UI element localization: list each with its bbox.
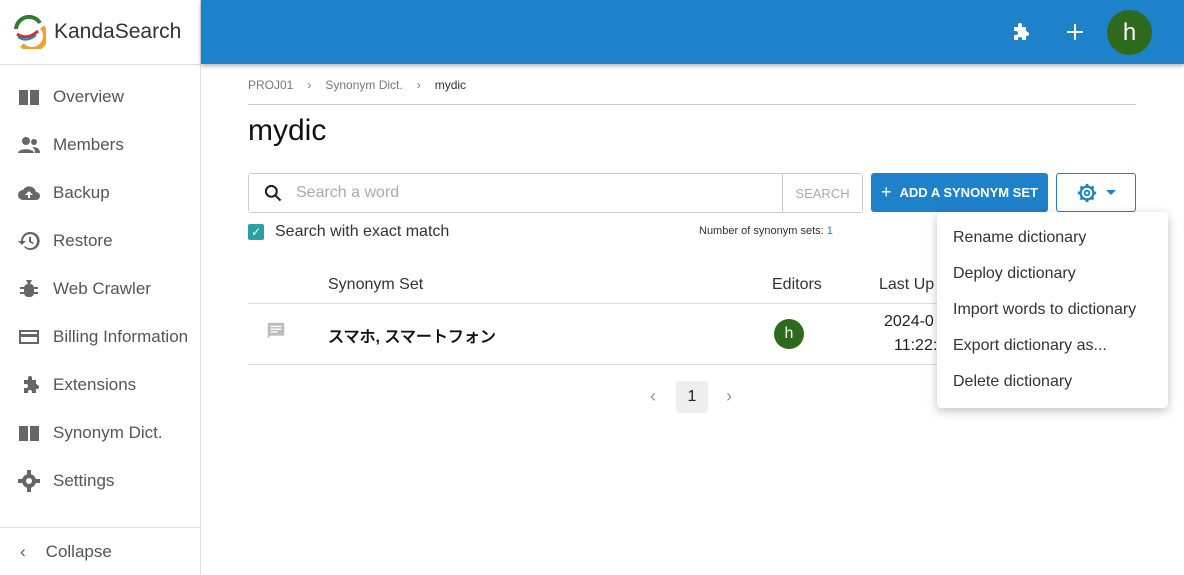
search-icon [264,184,282,202]
synonym-set-cell[interactable]: スマホ, スマートフォン [328,323,496,347]
sidebar-item-label: Restore [53,231,113,250]
page-1-button[interactable]: 1 [676,381,708,413]
sidebar-item-billing[interactable]: Billing Information [0,313,200,361]
comment-icon[interactable] [265,320,287,342]
settings-dropdown-button[interactable] [1056,173,1136,212]
user-avatar[interactable]: h [1107,10,1152,55]
sidebar-item-label: Synonym Dict. [53,423,163,442]
history-icon [18,231,40,250]
plus-icon[interactable] [1063,20,1087,44]
sidebar-item-label: Billing Information [53,327,189,346]
plus-icon: + [881,182,892,202]
extensions-icon[interactable] [1007,20,1031,44]
chevron-right-icon: › [307,78,312,92]
menu-deploy-dictionary[interactable]: Deploy dictionary [937,256,1168,292]
sidebar-item-overview[interactable]: Overview [0,73,200,121]
sidebar-item-label: Settings [53,471,115,490]
checkbox-checked-icon: ✓ [248,224,264,240]
gear-icon [18,470,40,492]
sidebar-item-restore[interactable]: Restore [0,217,200,265]
gear-icon [1077,183,1097,202]
synonym-set-count: Number of synonym sets: 1 [699,225,833,237]
divider [248,104,1136,105]
collapse-button[interactable]: ‹ Collapse [0,527,200,575]
sidebar-item-settings[interactable]: Settings [0,457,200,505]
credit-card-icon [19,330,39,344]
people-icon [18,137,40,153]
header-last-updated[interactable]: Last Up [879,276,934,294]
add-button-label: ADD A SYNONYM SET [899,185,1038,200]
menu-rename-dictionary[interactable]: Rename dictionary [937,220,1168,256]
cloud-upload-icon [18,186,40,200]
sidebar-item-members[interactable]: Members [0,121,200,169]
menu-import-words[interactable]: Import words to dictionary [937,292,1168,328]
page-title: mydic [248,114,327,147]
book-icon [19,426,39,441]
sidebar-item-label: Overview [53,87,124,106]
sidebar-item-web-crawler[interactable]: Web Crawler [0,265,200,313]
search-button[interactable]: SEARCH [782,174,862,212]
collapse-label: Collapse [45,541,112,561]
dictionary-menu: Rename dictionary Deploy dictionary Impo… [937,212,1168,408]
chevron-left-icon: ‹ [20,541,26,561]
sidebar-item-label: Web Crawler [53,279,151,298]
book-icon [19,90,39,105]
exact-match-checkbox[interactable]: ✓ Search with exact match [248,223,449,241]
sidebar: KandaSearch Overview Members Backup Rest… [0,0,201,575]
editor-avatar: h [774,319,804,349]
puzzle-icon [24,376,39,393]
search-box: SEARCH [248,173,863,213]
breadcrumb-synonym-dict[interactable]: Synonym Dict. [325,78,402,92]
header-editors[interactable]: Editors [772,276,822,294]
exact-match-label: Search with exact match [275,223,450,240]
sidebar-item-label: Members [53,135,124,154]
next-page-button[interactable]: › [726,386,732,407]
sidebar-item-synonym-dict[interactable]: Synonym Dict. [0,409,200,457]
sidebar-item-extensions[interactable]: Extensions [0,361,200,409]
chevron-right-icon: › [416,78,421,92]
app-name: KandaSearch [54,20,182,43]
count-label: Number of synonym sets: [699,225,824,237]
breadcrumb: PROJ01 › Synonym Dict. › mydic [248,78,466,92]
kandasearch-logo-icon [14,15,46,49]
top-bar: h [201,0,1184,64]
menu-delete-dictionary[interactable]: Delete dictionary [937,364,1168,400]
breadcrumb-current: mydic [434,78,467,92]
search-input[interactable] [249,174,782,212]
header-synonym-set[interactable]: Synonym Set [328,276,423,294]
menu-export-dictionary[interactable]: Export dictionary as... [937,328,1168,364]
breadcrumb-project[interactable]: PROJ01 [248,78,293,92]
count-value: 1 [826,225,833,237]
bug-icon [20,280,38,297]
date-cell: 2024-0 [884,313,934,330]
caret-down-icon [1106,190,1116,195]
logo[interactable]: KandaSearch [0,0,200,65]
prev-page-button[interactable]: ‹ [650,386,656,407]
add-synonym-set-button[interactable]: + ADD A SYNONYM SET [871,173,1048,212]
sidebar-item-backup[interactable]: Backup [0,169,200,217]
sidebar-item-label: Extensions [53,375,137,394]
time-cell: 11:22: [894,337,938,354]
sidebar-item-label: Backup [53,183,110,202]
